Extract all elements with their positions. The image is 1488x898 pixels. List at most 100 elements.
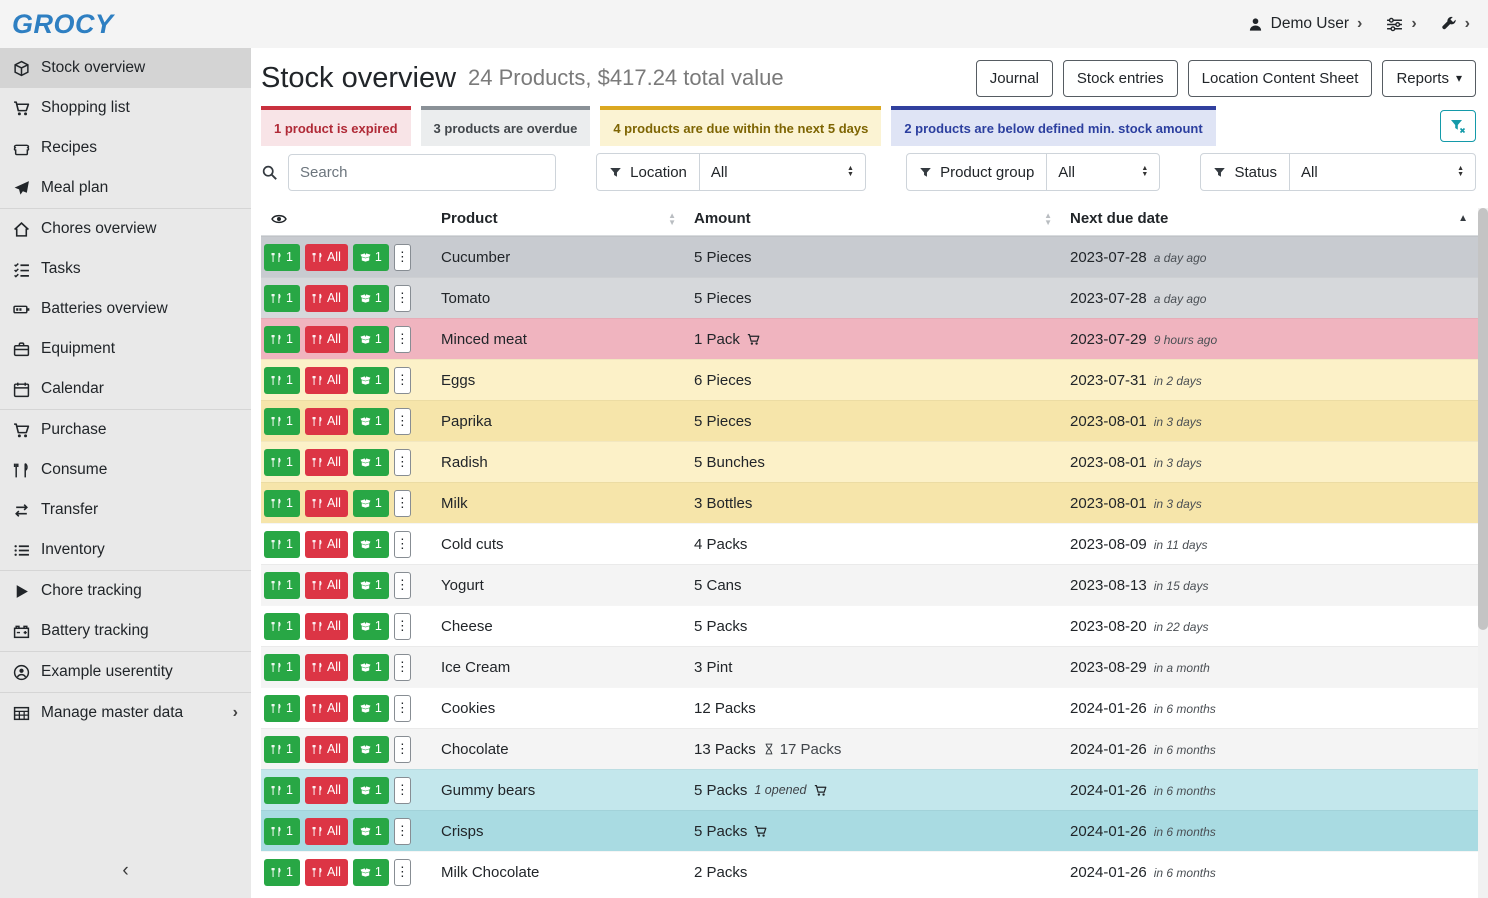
column-header-product[interactable]: Product ▲▼ [441, 210, 694, 227]
open-one-button[interactable]: 1 [353, 531, 389, 558]
admin-menu[interactable]: › [1441, 15, 1470, 33]
sidebar-item-stock-overview[interactable]: Stock overview [0, 48, 251, 88]
consume-all-button[interactable]: All [305, 367, 348, 394]
row-menu-button[interactable]: ⋮ [394, 449, 411, 476]
open-one-button[interactable]: 1 [353, 818, 389, 845]
sidebar-item-purchase[interactable]: Purchase [0, 410, 251, 450]
sidebar-item-shopping-list[interactable]: Shopping list [0, 88, 251, 128]
consume-one-button[interactable]: 1 [264, 367, 300, 394]
sidebar-item-example-userentity[interactable]: Example userentity [0, 652, 251, 692]
row-menu-button[interactable]: ⋮ [394, 285, 411, 312]
open-one-button[interactable]: 1 [353, 777, 389, 804]
row-menu-button[interactable]: ⋮ [394, 490, 411, 517]
product-group-filter-select[interactable]: All ▲▼ [1047, 154, 1159, 190]
consume-all-button[interactable]: All [305, 531, 348, 558]
row-menu-button[interactable]: ⋮ [394, 531, 411, 558]
sidebar-item-equipment[interactable]: Equipment [0, 329, 251, 369]
consume-one-button[interactable]: 1 [264, 654, 300, 681]
consume-one-button[interactable]: 1 [264, 613, 300, 640]
consume-one-button[interactable]: 1 [264, 736, 300, 763]
consume-all-button[interactable]: All [305, 244, 348, 271]
consume-all-button[interactable]: All [305, 695, 348, 722]
consume-one-button[interactable]: 1 [264, 408, 300, 435]
open-one-button[interactable]: 1 [353, 367, 389, 394]
consume-one-button[interactable]: 1 [264, 695, 300, 722]
open-one-button[interactable]: 1 [353, 572, 389, 599]
grocy-logo[interactable]: GROCY [12, 9, 114, 40]
open-one-button[interactable]: 1 [353, 285, 389, 312]
row-menu-button[interactable]: ⋮ [394, 859, 411, 886]
row-menu-button[interactable]: ⋮ [394, 572, 411, 599]
banner-expired[interactable]: 1 product is expired [261, 106, 411, 146]
consume-all-button[interactable]: All [305, 777, 348, 804]
consume-one-button[interactable]: 1 [264, 859, 300, 886]
open-one-button[interactable]: 1 [353, 613, 389, 640]
sidebar-item-battery-tracking[interactable]: Battery tracking [0, 611, 251, 651]
open-one-button[interactable]: 1 [353, 736, 389, 763]
sidebar-item-transfer[interactable]: Transfer [0, 490, 251, 530]
search-input[interactable] [288, 154, 556, 191]
banner-overdue[interactable]: 3 products are overdue [421, 106, 591, 146]
row-menu-button[interactable]: ⋮ [394, 244, 411, 271]
consume-all-button[interactable]: All [305, 859, 348, 886]
row-menu-button[interactable]: ⋮ [394, 367, 411, 394]
status-filter-select[interactable]: All ▲▼ [1290, 154, 1475, 190]
consume-all-button[interactable]: All [305, 654, 348, 681]
open-one-button[interactable]: 1 [353, 859, 389, 886]
open-one-button[interactable]: 1 [353, 449, 389, 476]
consume-one-button[interactable]: 1 [264, 285, 300, 312]
open-one-button[interactable]: 1 [353, 490, 389, 517]
sidebar-item-manage-master-data[interactable]: Manage master data › [0, 693, 251, 733]
consume-one-button[interactable]: 1 [264, 572, 300, 599]
consume-all-button[interactable]: All [305, 818, 348, 845]
consume-one-button[interactable]: 1 [264, 490, 300, 517]
reports-button[interactable]: Reports▾ [1382, 60, 1476, 97]
sidebar-item-consume[interactable]: Consume [0, 450, 251, 490]
clear-filters-button[interactable] [1440, 110, 1476, 142]
sidebar-item-inventory[interactable]: Inventory [0, 530, 251, 570]
consume-all-button[interactable]: All [305, 408, 348, 435]
sidebar-item-recipes[interactable]: Recipes [0, 128, 251, 168]
column-header-amount[interactable]: Amount ▲▼ [694, 210, 1070, 227]
sidebar-item-chore-tracking[interactable]: Chore tracking [0, 571, 251, 611]
consume-one-button[interactable]: 1 [264, 326, 300, 353]
journal-button[interactable]: Journal [976, 60, 1053, 97]
consume-all-button[interactable]: All [305, 490, 348, 517]
open-one-button[interactable]: 1 [353, 244, 389, 271]
open-one-button[interactable]: 1 [353, 326, 389, 353]
row-menu-button[interactable]: ⋮ [394, 326, 411, 353]
consume-one-button[interactable]: 1 [264, 777, 300, 804]
consume-all-button[interactable]: All [305, 449, 348, 476]
location-filter-select[interactable]: All ▲▼ [700, 154, 865, 190]
open-one-button[interactable]: 1 [353, 695, 389, 722]
location-content-sheet-button[interactable]: Location Content Sheet [1188, 60, 1373, 97]
row-menu-button[interactable]: ⋮ [394, 408, 411, 435]
consume-all-button[interactable]: All [305, 736, 348, 763]
settings-menu[interactable]: › [1386, 15, 1416, 33]
sidebar-item-chores-overview[interactable]: Chores overview [0, 209, 251, 249]
row-menu-button[interactable]: ⋮ [394, 613, 411, 640]
consume-all-button[interactable]: All [305, 613, 348, 640]
scrollbar-thumb[interactable] [1478, 208, 1488, 630]
consume-one-button[interactable]: 1 [264, 449, 300, 476]
sidebar-item-calendar[interactable]: Calendar [0, 369, 251, 409]
consume-one-button[interactable]: 1 [264, 818, 300, 845]
open-one-button[interactable]: 1 [353, 408, 389, 435]
user-menu[interactable]: Demo User › [1248, 15, 1363, 33]
row-menu-button[interactable]: ⋮ [394, 818, 411, 845]
stock-entries-button[interactable]: Stock entries [1063, 60, 1178, 97]
sidebar-item-tasks[interactable]: Tasks [0, 249, 251, 289]
consume-all-button[interactable]: All [305, 285, 348, 312]
row-menu-button[interactable]: ⋮ [394, 695, 411, 722]
consume-all-button[interactable]: All [305, 326, 348, 353]
sidebar-item-meal-plan[interactable]: Meal plan [0, 168, 251, 208]
row-menu-button[interactable]: ⋮ [394, 777, 411, 804]
row-menu-button[interactable]: ⋮ [394, 736, 411, 763]
eye-icon[interactable] [271, 211, 287, 227]
banner-due-soon[interactable]: 4 products are due within the next 5 day… [600, 106, 881, 146]
consume-all-button[interactable]: All [305, 572, 348, 599]
banner-below-min-stock[interactable]: 2 products are below defined min. stock … [891, 106, 1215, 146]
consume-one-button[interactable]: 1 [264, 531, 300, 558]
open-one-button[interactable]: 1 [353, 654, 389, 681]
row-menu-button[interactable]: ⋮ [394, 654, 411, 681]
